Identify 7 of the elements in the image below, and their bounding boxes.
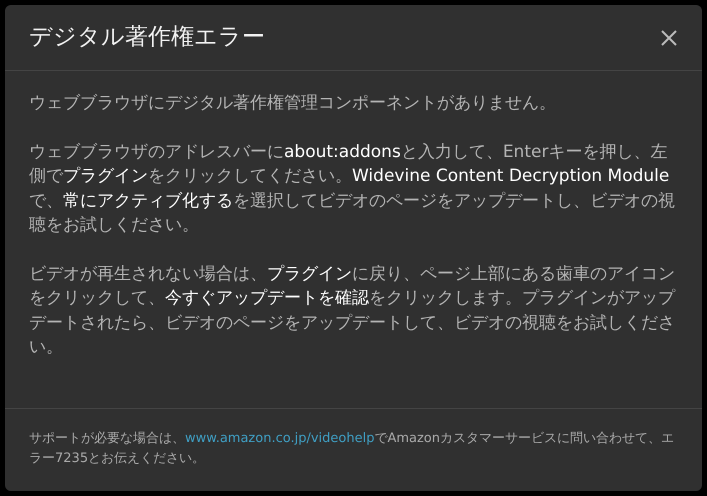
message-paragraph: ウェブブラウザにデジタル著作権管理コンポーネントがありません。 (29, 92, 557, 115)
dialog-title: デジタル著作権エラー (29, 23, 265, 52)
help-link[interactable]: www.amazon.co.jp/videohelp (185, 431, 374, 446)
message-paragraph: ビデオが再生されない場合は、プラグインに戻り、ページ上部にある歯車のアイコンをクリックして、今すぐアップデートを確認をクリックします。プラグインがアップデートされたら、ビデオのページをアップデートして、ビデオの視聴をお試しください。 (29, 262, 676, 359)
message-paragraph: ウェブブラウザのアドレスバーにabout:addonsと入力して、Enterキーを押し、左側でプラグインをクリックしてください。Widevine Content Decryption Moduleで、常にアクティブ化するを選択してビデオのページをアップデートし、ビデオの視聴をお試しください。 (29, 140, 676, 237)
close-icon[interactable] (660, 28, 678, 46)
support-text: サポートが必要な場合は、www.amazon.co.jp/videohelpでAmazonカスタマーサービスに問い合わせて、エラー7235とお伝えください。 (29, 430, 675, 468)
